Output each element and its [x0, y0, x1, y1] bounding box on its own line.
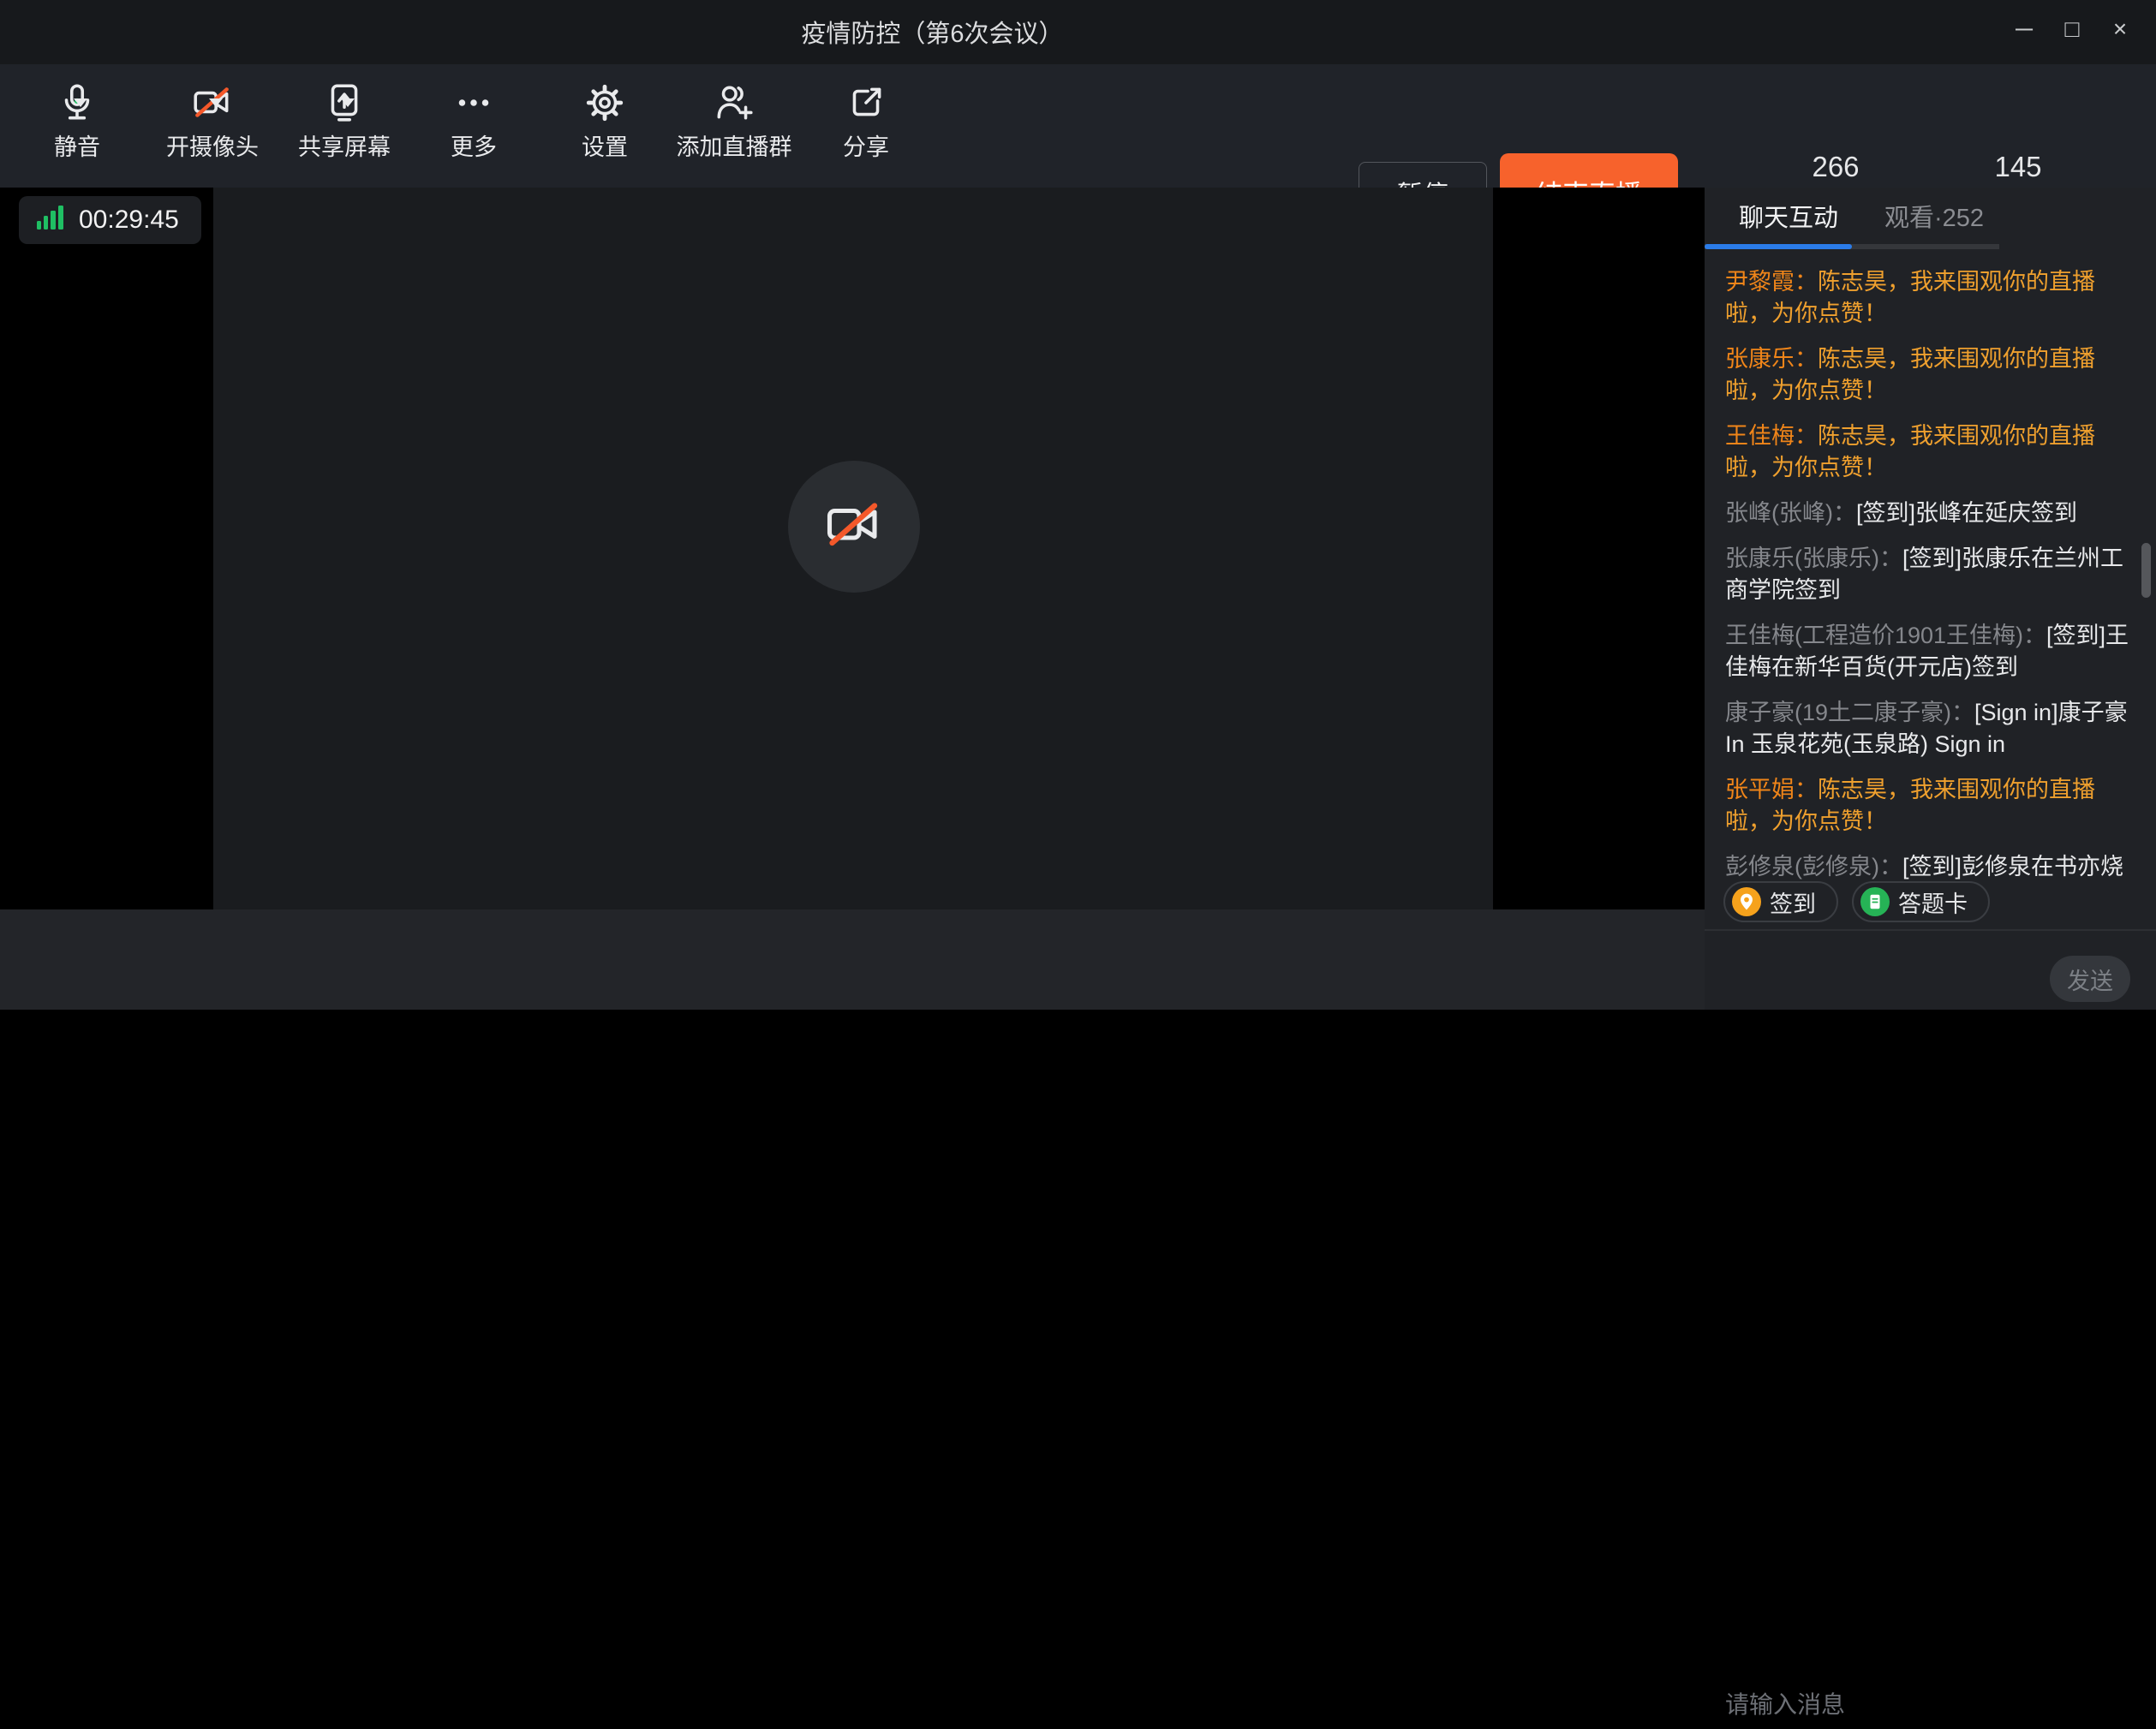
live-duration: 00:29:45	[79, 206, 179, 235]
chat-message: 张康乐：陈志昊，我来围观你的直播啦，为你点赞！	[1725, 343, 2138, 407]
video-viewport	[213, 188, 1493, 909]
tab-viewers[interactable]: 观看·252	[1884, 201, 1984, 236]
chat-message: 张平娟：陈志昊，我来围观你的直播啦，为你点赞！	[1725, 774, 2138, 838]
toolbar-item-label: 静音	[0, 134, 154, 160]
answer-card-button[interactable]: 答题卡	[1852, 881, 1990, 922]
toolbar-item-open-camera[interactable]: 开摄像头	[135, 78, 290, 160]
message-sender: 康子豪(19土二康子豪)：	[1725, 700, 1974, 725]
signin-icon	[1732, 887, 1761, 916]
answer-card-icon	[1860, 887, 1890, 916]
signin-button[interactable]: 签到	[1723, 881, 1838, 922]
chat-message-list: 尹黎霞：陈志昊，我来围观你的直播啦，为你点赞！ 张康乐：陈志昊，我来围观你的直播啦…	[1725, 266, 2138, 879]
live-broadcast-window: 疫情防控（第6次会议） ─□× 静音 开摄像头 共享屏幕 更多 设置 添加直播群…	[0, 0, 2156, 1010]
live-duration-badge: 00:29:45	[19, 196, 201, 244]
message-sender: 尹黎霞：	[1725, 269, 1818, 295]
title-bar: 疫情防控（第6次会议） ─□×	[0, 0, 2156, 64]
toolbar: 静音 开摄像头 共享屏幕 更多 设置 添加直播群 分享 暂停 结束直播 266 …	[0, 64, 2156, 188]
minimize-button[interactable]: ─	[2004, 9, 2045, 50]
camera-off-indicator	[788, 461, 920, 593]
quick-button-label: 签到	[1770, 885, 1816, 919]
chevron-down-icon[interactable]	[74, 98, 87, 107]
quick-actions: 签到 答题卡	[1723, 881, 1990, 922]
window-controls: ─□×	[2004, 9, 2141, 50]
chat-message: 张康乐(张康乐)：[签到]张康乐在兰州工商学院签到	[1725, 543, 2138, 606]
active-tab-indicator	[1705, 244, 1852, 249]
more-icon	[452, 81, 495, 124]
chat-message: 康子豪(19土二康子豪)：[Sign in]康子豪 In 玉泉花苑(玉泉路) S…	[1725, 697, 2138, 760]
settings-icon	[583, 81, 626, 124]
window-title: 疫情防控（第6次会议）	[257, 0, 1608, 64]
camera-off-icon	[823, 494, 885, 560]
bottom-bar	[0, 909, 1705, 1010]
toolbar-item-label: 分享	[789, 134, 943, 160]
likes-value: 145	[1977, 150, 2059, 184]
tab-underline-track	[1705, 244, 1999, 249]
chat-message: 尹黎霞：陈志昊，我来围观你的直播啦，为你点赞！	[1725, 266, 2138, 330]
send-button[interactable]: 发送	[2050, 956, 2130, 1002]
chat-message: 王佳梅：陈志昊，我来围观你的直播啦，为你点赞！	[1725, 420, 2138, 484]
chat-message: 彭修泉(彭修泉)：[签到]彭修泉在书亦烧仙	[1725, 851, 2138, 879]
chevron-down-icon[interactable]	[341, 98, 355, 107]
toolbar-item-add-live-group[interactable]: 添加直播群	[657, 78, 811, 160]
message-sender: 张康乐(张康乐)：	[1725, 546, 1902, 571]
close-button[interactable]: ×	[2099, 9, 2141, 50]
toolbar-item-mute[interactable]: 静音	[0, 78, 154, 160]
chat-scrollbar-thumb[interactable]	[2141, 543, 2151, 598]
maximize-button[interactable]: □	[2051, 9, 2093, 50]
tab-chat-interaction[interactable]: 聊天互动	[1739, 201, 1838, 236]
message-sender: 张平娟：	[1725, 777, 1818, 802]
total-views-value: 266	[1772, 150, 1899, 184]
message-text: [签到]张峰在延庆签到	[1856, 500, 2077, 526]
message-input-row: 发送	[1705, 931, 2156, 1010]
share-icon	[845, 81, 887, 124]
message-sender: 王佳梅(工程造价1901王佳梅)：	[1725, 623, 2046, 648]
toolbar-item-share[interactable]: 分享	[789, 78, 943, 160]
message-input[interactable]	[1725, 1681, 2016, 1729]
toolbar-item-label: 添加直播群	[657, 134, 811, 160]
chat-panel: 聊天互动 观看·252 尹黎霞：陈志昊，我来围观你的直播啦，为你点赞！ 张康乐：陈…	[1705, 188, 2156, 1010]
signal-bars-icon	[36, 203, 67, 237]
message-sender: 张峰(张峰)：	[1725, 500, 1856, 526]
message-sender: 王佳梅：	[1725, 423, 1818, 449]
chevron-down-icon[interactable]	[209, 98, 223, 107]
quick-button-label: 答题卡	[1898, 885, 1968, 919]
message-sender: 张康乐：	[1725, 346, 1818, 372]
message-sender: 彭修泉(彭修泉)：	[1725, 854, 1902, 879]
add-group-icon	[713, 81, 755, 124]
chat-message: 张峰(张峰)：[签到]张峰在延庆签到	[1725, 498, 2138, 529]
chat-message: 王佳梅(工程造价1901王佳梅)：[签到]王佳梅在新华百货(开元店)签到	[1725, 620, 2138, 683]
video-stage: 00:29:45	[0, 188, 1705, 909]
toolbar-item-label: 开摄像头	[135, 134, 290, 160]
